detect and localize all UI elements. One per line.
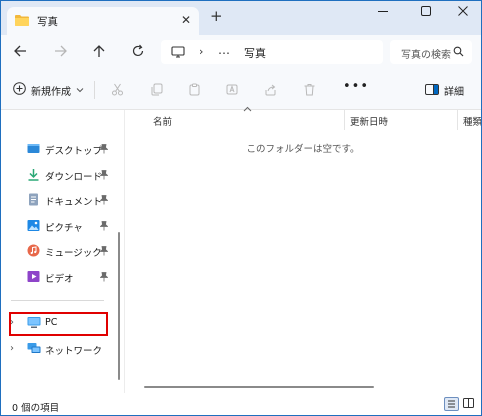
title-bar: 写真 ✕ + (1, 1, 481, 35)
search-placeholder: 写真の検索 (401, 50, 451, 61)
pictures-icon (27, 219, 40, 235)
item-count: 0 個の項目 (12, 403, 60, 414)
toolbar-divider (94, 81, 95, 99)
new-button-label: 新規作成 (31, 86, 71, 98)
horizontal-scrollbar[interactable] (144, 386, 374, 388)
sidebar-item-label: デスクトップ (45, 146, 103, 157)
details-button[interactable]: 詳細 (425, 83, 464, 98)
nav-divider (11, 300, 104, 301)
explorer-window: 写真 ✕ + › … 写真 写真の検索 新規作成 ••• 詳細 デスクトップ ダ… (1, 1, 481, 415)
this-pc-icon (171, 46, 185, 61)
back-button[interactable] (13, 44, 27, 61)
cut-icon[interactable] (111, 83, 124, 99)
close-window-button[interactable] (457, 5, 469, 20)
pin-icon (99, 221, 109, 234)
maximize-button[interactable] (420, 5, 432, 20)
folder-icon (15, 14, 29, 29)
close-tab-icon[interactable]: ✕ (181, 13, 191, 27)
details-label: 詳細 (444, 87, 464, 98)
list-view-icon (448, 400, 455, 408)
sidebar-item-videos[interactable]: ビデオ (1, 267, 116, 289)
file-list: 名前 更新日時 種類 このフォルダーは空です。 (125, 106, 481, 393)
pin-icon (99, 144, 109, 157)
sidebar-item-label: ダウンロード (45, 172, 103, 183)
path-overflow-button[interactable]: … (218, 43, 230, 57)
highlight-box (9, 312, 108, 336)
breadcrumb-photos[interactable]: 写真 (244, 45, 266, 61)
desktop-icon (27, 142, 40, 158)
column-header-type[interactable]: 種類 (463, 114, 481, 128)
sidebar-item-label: ネットワーク (45, 346, 103, 357)
refresh-button[interactable] (131, 44, 145, 61)
sidebar-item-label: ミュージック (45, 248, 102, 259)
sidebar-item-pictures[interactable]: ピクチャ (1, 216, 116, 238)
tab-title: 写真 (37, 16, 58, 28)
column-header-name[interactable]: 名前 (153, 114, 172, 128)
search-box[interactable]: 写真の検索 (390, 40, 472, 64)
pin-icon (99, 246, 109, 259)
sidebar-item-downloads[interactable]: ダウンロード (1, 165, 116, 187)
sidebar-item-label: ドキュメント (45, 197, 103, 208)
command-bar: 新規作成 ••• 詳細 (1, 69, 481, 110)
address-path[interactable]: › … 写真 (161, 40, 383, 64)
documents-icon (27, 193, 40, 209)
pin-icon (99, 195, 109, 208)
paste-icon[interactable] (188, 83, 201, 99)
rename-icon[interactable] (226, 83, 239, 99)
network-icon (27, 342, 41, 358)
column-divider[interactable] (344, 110, 345, 130)
up-button[interactable] (92, 44, 106, 61)
music-icon (27, 244, 40, 260)
add-icon (13, 82, 26, 98)
more-options-button[interactable]: ••• (343, 79, 369, 94)
address-bar: › … 写真 写真の検索 (1, 35, 481, 69)
new-tab-button[interactable]: + (210, 9, 223, 24)
nav-scrollbar[interactable] (118, 232, 120, 380)
navigation-pane: デスクトップ ダウンロード ドキュメント ピクチャ ミュージック ビデオ › P… (1, 110, 125, 393)
share-icon[interactable] (264, 83, 277, 99)
path-separator: › (199, 45, 204, 58)
forward-button[interactable] (54, 44, 68, 61)
details-view-button[interactable] (444, 397, 459, 411)
chevron-right-icon[interactable]: › (10, 343, 14, 354)
column-header-modified[interactable]: 更新日時 (350, 114, 388, 128)
empty-folder-message: このフォルダーは空です。 (246, 144, 360, 155)
sidebar-item-desktop[interactable]: デスクトップ (1, 139, 116, 161)
delete-icon[interactable] (303, 83, 316, 99)
videos-icon (27, 270, 40, 286)
status-bar: 0 個の項目 (1, 393, 481, 415)
copy-icon[interactable] (150, 83, 163, 99)
sidebar-item-music[interactable]: ミュージック (1, 241, 116, 263)
details-pane-icon (425, 83, 439, 98)
sort-ascending-icon (243, 104, 252, 115)
tiles-view-icon (463, 398, 474, 408)
pin-icon (99, 272, 109, 285)
download-icon (27, 168, 40, 184)
tab-photos[interactable]: 写真 ✕ (7, 7, 199, 35)
minimize-button[interactable] (377, 5, 389, 20)
chevron-down-icon (76, 85, 84, 96)
pin-icon (99, 170, 109, 183)
sidebar-item-label: ピクチャ (45, 223, 83, 234)
search-icon (453, 46, 464, 60)
tiles-view-button[interactable] (462, 397, 477, 411)
new-button[interactable]: 新規作成 (13, 82, 84, 98)
sidebar-item-network[interactable]: › ネットワーク (1, 339, 116, 361)
sidebar-item-label: ビデオ (45, 274, 74, 285)
column-divider[interactable] (457, 110, 458, 130)
sidebar-item-documents[interactable]: ドキュメント (1, 190, 116, 212)
